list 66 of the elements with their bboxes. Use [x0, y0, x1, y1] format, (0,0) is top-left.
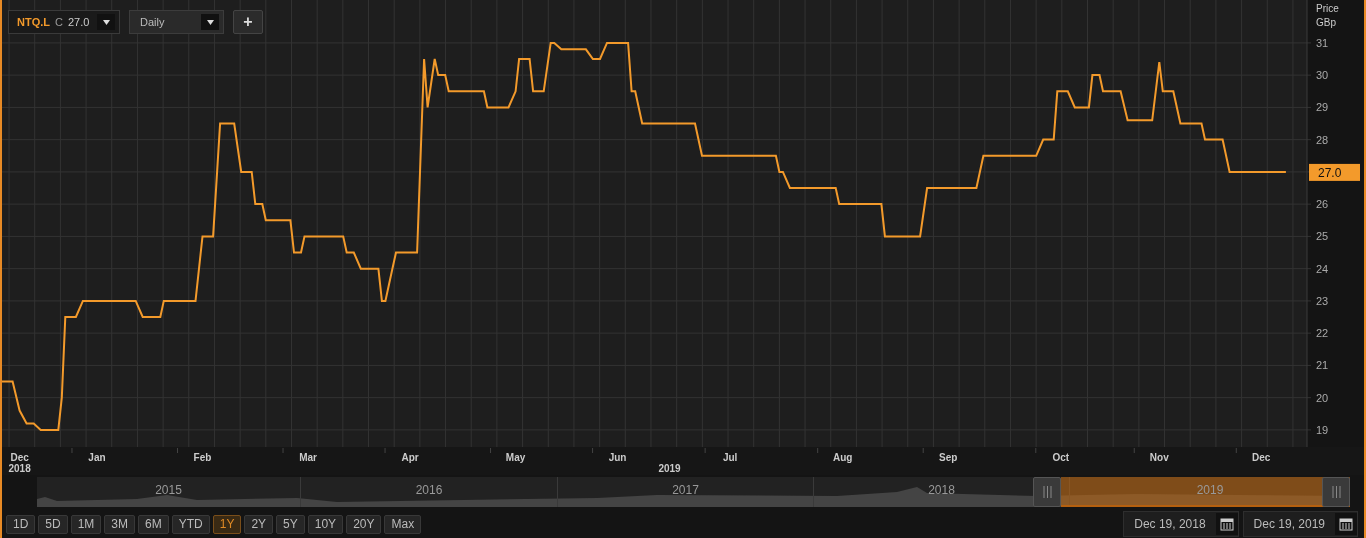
- symbol-selector[interactable]: NTQ.L C 27.0: [8, 10, 120, 34]
- axis-tick-label: 29: [1316, 101, 1329, 114]
- add-button[interactable]: +: [233, 10, 263, 34]
- range-button[interactable]: 2Y: [244, 514, 274, 534]
- month-label: Sep: [939, 452, 958, 463]
- calendar-icon[interactable]: [1339, 517, 1353, 531]
- grip-icon: [1331, 486, 1341, 498]
- caret-icon: [102, 19, 110, 25]
- year-label: 2018: [928, 483, 955, 497]
- range-button[interactable]: 10Y: [307, 514, 344, 534]
- axis-tick-label: 28: [1316, 133, 1329, 146]
- year-label: 2019: [1196, 483, 1224, 497]
- month-label: Dec: [1252, 452, 1271, 463]
- axis-tick-label: 23: [1316, 294, 1329, 307]
- axis-tick-label: 31: [1316, 36, 1329, 49]
- month-label: Oct: [1052, 452, 1070, 463]
- axis-tick-label: 25: [1316, 230, 1329, 243]
- range-button[interactable]: 6M: [138, 514, 169, 534]
- axis-tick-label: 21: [1316, 359, 1329, 372]
- year-label: 2016: [415, 483, 443, 497]
- interval-dropdown[interactable]: Daily: [129, 10, 224, 34]
- range-navigator[interactable]: 2015 2016 2017 2018 2019: [37, 477, 1350, 507]
- close-label: C: [55, 16, 63, 28]
- axis-tick-label: 19: [1316, 423, 1329, 436]
- year-label: 2017: [672, 483, 699, 497]
- year-label: 2019: [658, 463, 681, 474]
- caret-icon: [206, 19, 214, 25]
- month-label: Dec: [10, 452, 29, 463]
- month-label: Aug: [832, 452, 853, 463]
- year-label: 2018: [8, 463, 31, 474]
- month-label: Mar: [299, 452, 317, 463]
- end-date-field[interactable]: Dec 19, 2019: [1242, 511, 1358, 537]
- last-price-tag: [1309, 163, 1360, 181]
- year-label: 2015: [155, 483, 182, 497]
- range-button[interactable]: 20Y: [346, 514, 382, 534]
- range-button[interactable]: YTD: [171, 514, 210, 534]
- axis-tick-label: 30: [1316, 69, 1329, 82]
- month-label: Feb: [193, 452, 212, 463]
- axis-tick-label: 20: [1316, 391, 1329, 404]
- interval-label: Daily: [140, 16, 165, 28]
- axis-unit: GBp: [1316, 17, 1336, 28]
- month-label: Nov: [1149, 452, 1169, 463]
- range-button[interactable]: 1D: [6, 514, 36, 534]
- grip-icon: [1042, 486, 1052, 498]
- last-price-label: 27.0: [1318, 165, 1342, 180]
- close-value: 27.0: [67, 16, 90, 28]
- range-handle[interactable]: [1033, 477, 1061, 507]
- axis-tick-label: 22: [1316, 327, 1329, 340]
- range-button[interactable]: Max: [384, 514, 422, 534]
- month-label: Jun: [608, 452, 627, 463]
- month-label: Jul: [722, 452, 738, 463]
- axis-tick-label: 24: [1316, 262, 1329, 275]
- symbol-label: NTQ.L: [17, 16, 50, 28]
- month-label: Apr: [401, 452, 419, 463]
- range-button[interactable]: 1M: [70, 514, 102, 534]
- month-label: May: [505, 452, 526, 463]
- axis-title: Price: [1316, 3, 1339, 14]
- start-date-field[interactable]: Dec 19, 2018: [1123, 511, 1239, 537]
- calendar-icon[interactable]: [1219, 517, 1234, 531]
- month-label: Jan: [88, 452, 106, 463]
- range-button[interactable]: 5Y: [276, 514, 305, 534]
- range-button[interactable]: 3M: [104, 514, 136, 534]
- range-button[interactable]: 1Y: [212, 514, 242, 534]
- range-button[interactable]: 5D: [38, 514, 68, 534]
- range-handle[interactable]: [1322, 477, 1350, 507]
- axis-tick-label: 26: [1316, 198, 1329, 211]
